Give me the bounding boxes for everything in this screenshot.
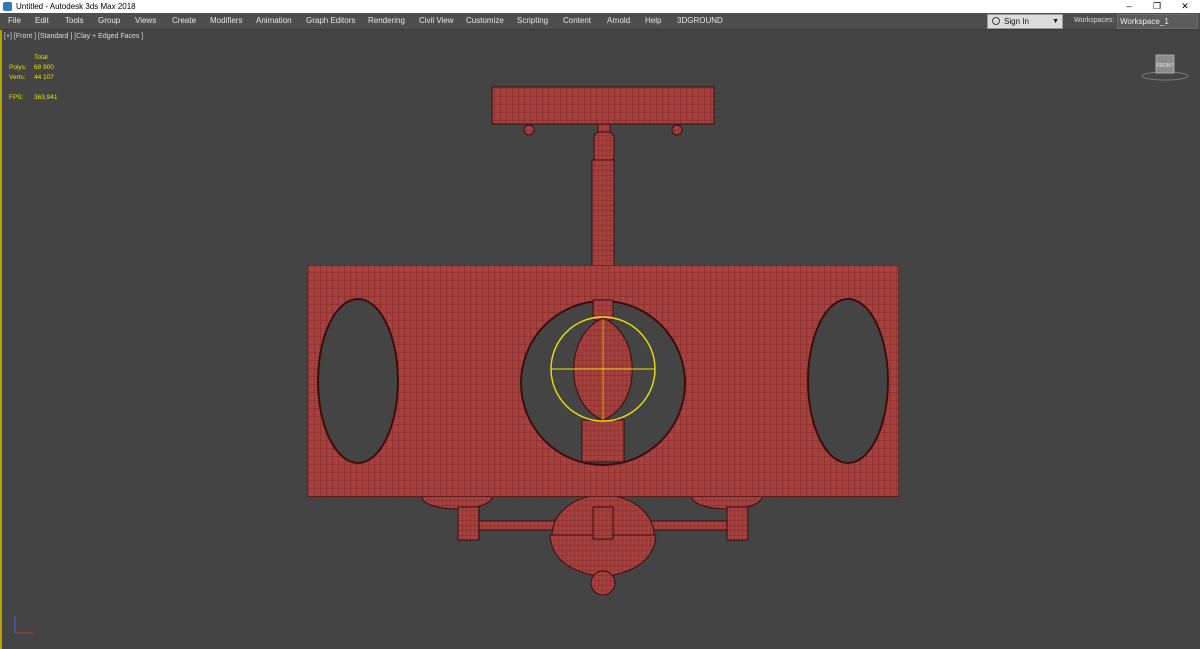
minimize-button[interactable]: –	[1115, 0, 1143, 13]
stats-verts-label: Verts:	[9, 74, 26, 81]
stats-polys-label: Polys:	[9, 64, 27, 71]
selection-gizmo[interactable]	[550, 316, 656, 422]
title-bar: Untitled - Autodesk 3ds Max 2018 – ❐ ✕	[0, 0, 1200, 13]
chevron-down-icon: ▼	[1052, 18, 1059, 25]
viewcube[interactable]: FRONT	[1140, 53, 1190, 88]
viewcube-face-label: FRONT	[1156, 63, 1173, 69]
front-viewport[interactable]	[0, 30, 1200, 649]
menu-views[interactable]: Views	[135, 16, 156, 25]
stats-total-label: Total	[34, 54, 48, 61]
menu-rendering[interactable]: Rendering	[368, 16, 405, 25]
menu-help[interactable]: Help	[645, 16, 661, 25]
viewport-scene[interactable]	[2, 30, 1200, 649]
menu-edit[interactable]: Edit	[35, 16, 49, 25]
menu-file[interactable]: File	[8, 16, 21, 25]
menu-graph-editors[interactable]: Graph Editors	[306, 16, 355, 25]
maximize-button[interactable]: ❐	[1143, 0, 1171, 13]
viewport-label[interactable]: [+] [Front ] [Standard ] [Clay + Edged F…	[4, 33, 143, 40]
menu-3dground[interactable]: 3DGROUND	[677, 16, 723, 25]
sign-in-button[interactable]: Sign In ▼	[987, 14, 1063, 29]
menu-content[interactable]: Content	[563, 16, 591, 25]
stats-fps-value: 363,941	[34, 94, 58, 101]
down-rod[interactable]	[591, 123, 615, 267]
workspace-value: Workspace_1	[1120, 17, 1169, 26]
menu-scripting[interactable]: Scripting	[517, 16, 548, 25]
menu-arnold[interactable]: Arnold	[607, 16, 630, 25]
menu-group[interactable]: Group	[98, 16, 120, 25]
menu-tools[interactable]: Tools	[65, 16, 84, 25]
workspaces-label: Workspaces:	[1074, 17, 1115, 24]
close-button[interactable]: ✕	[1171, 0, 1199, 13]
user-icon	[992, 17, 1000, 25]
stats-verts-value: 44 107	[34, 74, 54, 81]
app-icon	[3, 2, 12, 11]
sign-in-label: Sign In	[1004, 17, 1029, 26]
stats-polys-value: 68 900	[34, 64, 54, 71]
axis-tripod-icon	[12, 614, 42, 641]
stats-fps-label: FPS:	[9, 94, 24, 101]
bottom-sphere[interactable]	[549, 494, 657, 596]
workspace-select[interactable]: Workspace_1	[1117, 14, 1198, 29]
menu-civil-view[interactable]: Civil View	[419, 16, 454, 25]
window-title: Untitled - Autodesk 3ds Max 2018	[16, 2, 136, 11]
menu-animation[interactable]: Animation	[256, 16, 292, 25]
menu-create[interactable]: Create	[172, 16, 196, 25]
menu-modifiers[interactable]: Modifiers	[210, 16, 242, 25]
menu-customize[interactable]: Customize	[466, 16, 504, 25]
